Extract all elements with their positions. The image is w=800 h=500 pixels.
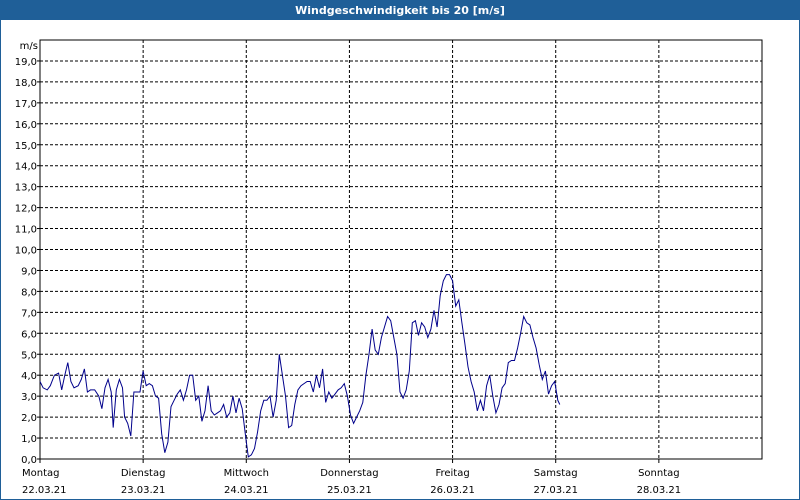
y-tick-label: 11,0 [15, 225, 37, 236]
x-tick-day-label: Donnerstag [320, 468, 378, 479]
x-tick-date-label: 22.03.21 [22, 485, 67, 496]
y-tick-label: 13,0 [15, 183, 37, 194]
y-tick-label: 17,0 [15, 99, 37, 110]
x-axis-ticks: Montag 22.03.21 Dienstag 23.03.21 Mittwoch 24… [22, 459, 681, 496]
x-tick-date-label: 28.03.21 [637, 485, 682, 496]
x-tick-date-label: 23.03.21 [121, 485, 166, 496]
x-tick-date-label: 24.03.21 [224, 485, 269, 496]
y-tick-label: 3,0 [21, 392, 37, 403]
y-tick-label: 12,0 [15, 204, 37, 215]
y-axis-unit: m/s [20, 41, 38, 52]
y-tick-label: 14,0 [15, 162, 37, 173]
y-axis-ticks: 0,0 1,0 2,0 3,0 4,0 5,0 6,0 7,0 8,0 9,0 10,0 11,0 12… [15, 57, 40, 466]
x-tick-date-label: 27.03.21 [533, 485, 578, 496]
y-tick-label: 16,0 [15, 120, 37, 131]
x-tick-day-label: Dienstag [121, 468, 166, 479]
y-tick-label: 19,0 [15, 57, 37, 68]
y-tick-label: 9,0 [21, 266, 37, 277]
wind-speed-chart: 0,0 1,0 2,0 3,0 4,0 5,0 6,0 7,0 8,0 9,0 10,0 11,0 12… [15, 39, 763, 496]
x-tick-day-label: Sonntag [638, 468, 680, 479]
y-tick-label: 2,0 [21, 413, 37, 424]
x-tick-day-label: Freitag [435, 468, 469, 479]
y-tick-label: 1,0 [21, 434, 37, 445]
y-tick-label: 8,0 [21, 287, 37, 298]
y-gridlines [40, 60, 762, 439]
y-tick-label: 18,0 [15, 78, 37, 89]
y-tick-label: 10,0 [15, 246, 37, 257]
y-tick-label: 6,0 [21, 329, 37, 340]
wind-speed-series-line [39, 274, 561, 458]
x-tick-day-label: Montag [22, 468, 59, 479]
y-tick-label: 7,0 [21, 308, 37, 319]
y-tick-label: 5,0 [21, 350, 37, 361]
x-tick-date-label: 25.03.21 [327, 485, 372, 496]
y-tick-label: 0,0 [21, 455, 37, 466]
y-tick-label: 15,0 [15, 141, 37, 152]
y-tick-label: 4,0 [21, 371, 37, 382]
x-tick-date-label: 26.03.21 [430, 485, 475, 496]
x-tick-day-label: Samstag [534, 468, 578, 479]
x-tick-day-label: Mittwoch [224, 468, 269, 479]
